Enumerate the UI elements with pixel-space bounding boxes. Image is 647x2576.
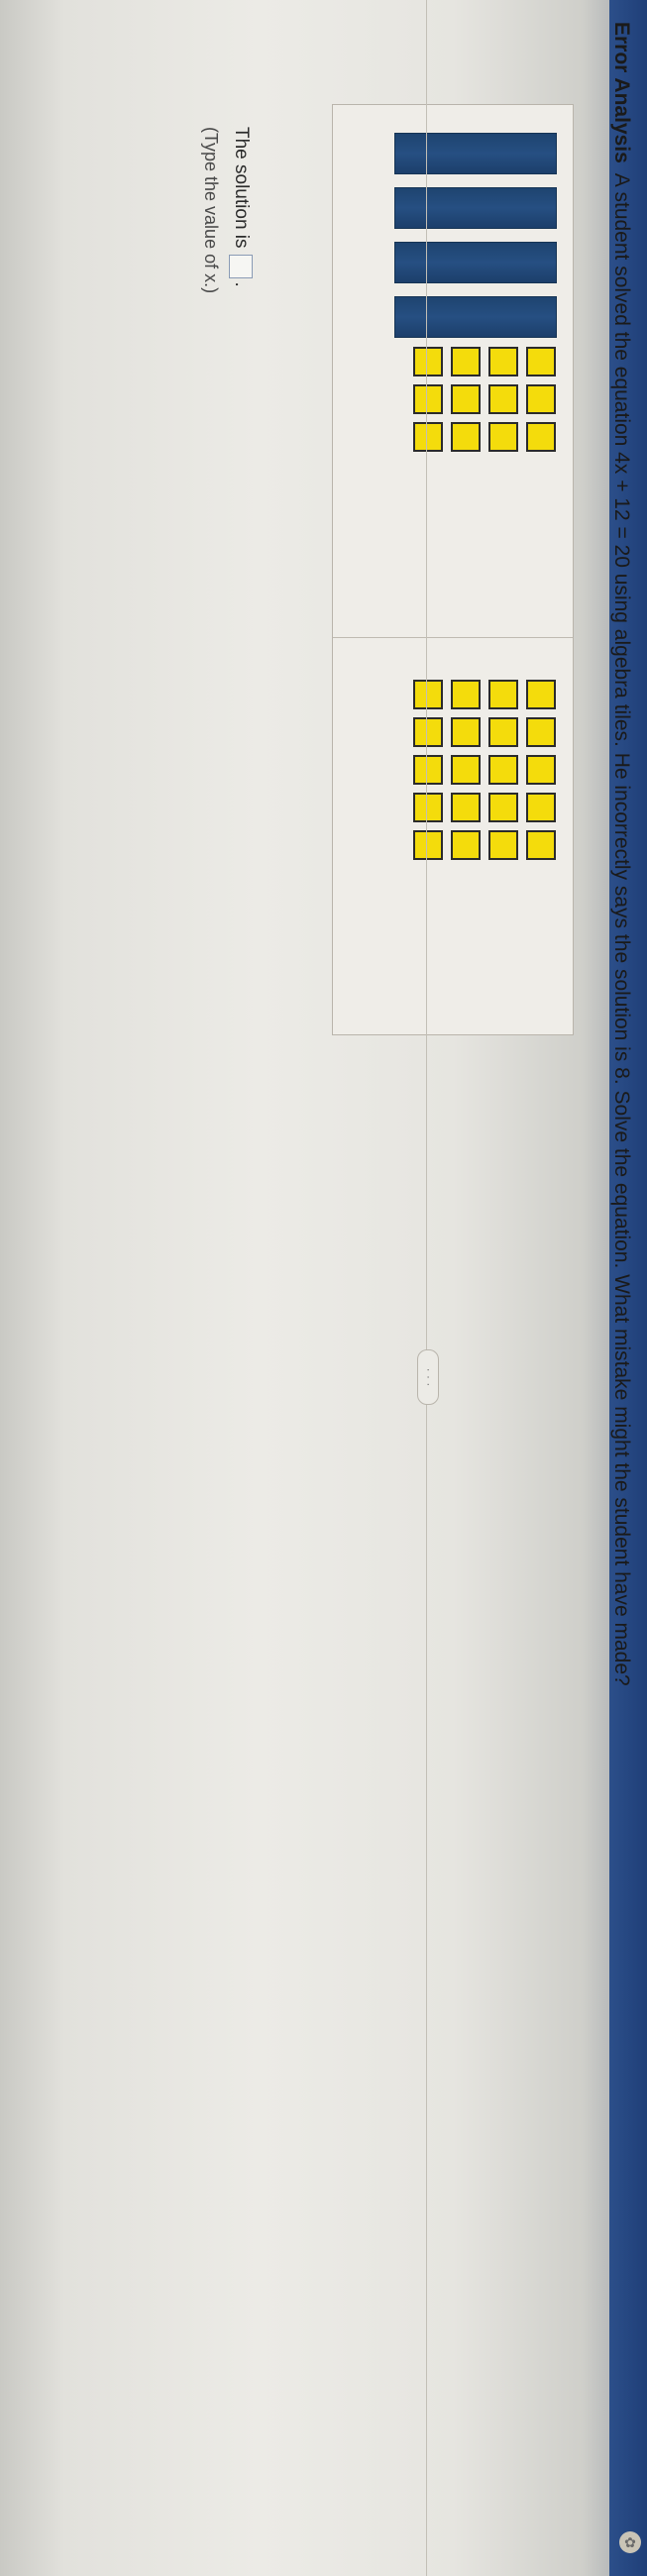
more-button[interactable]: · · · (417, 1349, 439, 1405)
section-divider (426, 0, 427, 2576)
unit-tile (413, 717, 443, 747)
unit-tile (488, 422, 518, 452)
unit-tile (526, 717, 556, 747)
x-tile (394, 133, 557, 174)
unit-tile (413, 680, 443, 709)
answer-line: The solution is. (229, 127, 253, 287)
unit-tile (488, 830, 518, 860)
answer-hint: (Type the value of x.) (201, 127, 221, 294)
unit-tile (451, 755, 481, 785)
unit-tile (526, 755, 556, 785)
unit-tile (413, 755, 443, 785)
unit-tile (451, 347, 481, 376)
unit-tile (488, 793, 518, 822)
unit-tile (488, 755, 518, 785)
answer-prefix: The solution is (230, 127, 252, 249)
unit-tile (451, 680, 481, 709)
unit-tile (413, 830, 443, 860)
answer-input[interactable] (229, 254, 253, 278)
unit-tile (488, 384, 518, 414)
unit-tile (451, 422, 481, 452)
x-tile (394, 296, 557, 338)
unit-tile (413, 422, 443, 452)
unit-tile (526, 680, 556, 709)
question-title: Error Analysis (610, 22, 633, 163)
unit-tile (526, 347, 556, 376)
unit-tile (488, 680, 518, 709)
algebra-tiles-box (332, 104, 574, 1035)
question-text: Error Analysis A student solved the equat… (609, 22, 633, 1686)
question-panel: Error Analysis A student solved the equat… (0, 0, 647, 2576)
unit-tile (451, 830, 481, 860)
unit-tile (413, 347, 443, 376)
question-body: A student solved the equation 4x + 12 = … (610, 172, 633, 1686)
unit-tile (488, 717, 518, 747)
answer-suffix: . (230, 281, 252, 287)
unit-tile (413, 793, 443, 822)
unit-tile (526, 384, 556, 414)
unit-tile (526, 830, 556, 860)
unit-tile (526, 793, 556, 822)
equals-divider (333, 637, 573, 638)
unit-tile (451, 384, 481, 414)
unit-tile (413, 384, 443, 414)
unit-tile (488, 347, 518, 376)
unit-tile (451, 717, 481, 747)
unit-tile (526, 422, 556, 452)
x-tile (394, 187, 557, 229)
unit-tile (451, 793, 481, 822)
x-tile (394, 242, 557, 283)
